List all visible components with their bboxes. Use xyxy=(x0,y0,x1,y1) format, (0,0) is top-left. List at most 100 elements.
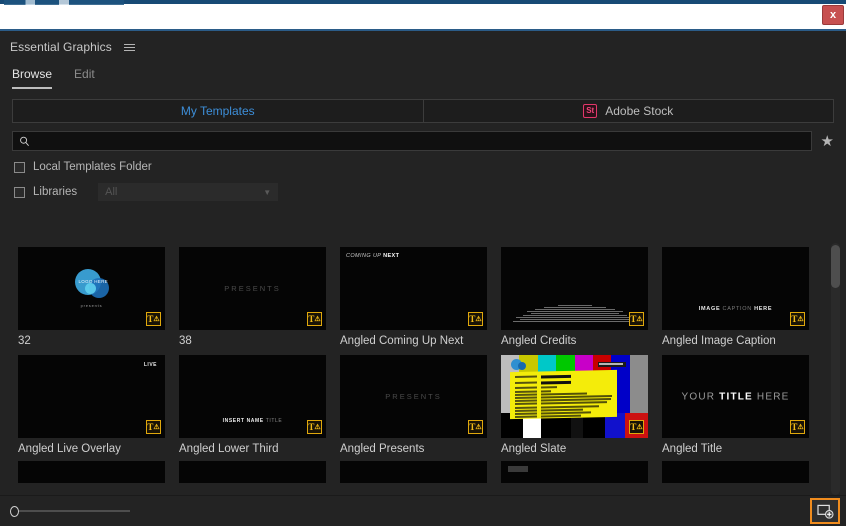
template-thumbnail: IMAGE CAPTION HERE T ⚠ xyxy=(662,247,809,330)
libraries-row: Libraries All ▼ xyxy=(0,173,846,201)
thumb-live-text: LIVE xyxy=(143,362,157,368)
template-thumbnail: LIVE T ⚠ xyxy=(18,355,165,438)
tab-edit[interactable]: Edit xyxy=(74,67,95,89)
missing-font-badge: T ⚠ xyxy=(468,312,483,326)
thumb-title-b: TITLE xyxy=(719,391,753,402)
thumb-lower-b: TITLE xyxy=(265,418,283,424)
thumb-title-a: YOUR xyxy=(681,391,720,402)
thumb-lower-text: INSERT NAME TITLE xyxy=(179,418,326,424)
slider-knob[interactable] xyxy=(10,505,19,517)
panel-title: Essential Graphics xyxy=(10,40,112,54)
templates-grid: LOGO HERE presents T ⚠ 32 PRESENTS T ⚠ 3… xyxy=(0,237,846,463)
logo-art: LOGO HERE xyxy=(71,269,113,301)
template-thumbnail: PRESENTS T ⚠ xyxy=(179,247,326,330)
footer-actions xyxy=(810,498,840,524)
missing-font-badge: T ⚠ xyxy=(629,420,644,434)
adobe-stock-icon: St xyxy=(583,104,598,118)
panel-header: Essential Graphics xyxy=(0,33,846,61)
template-name: Angled Slate xyxy=(501,443,567,455)
template-thumbnail: YOUR TITLE HERE T ⚠ xyxy=(662,355,809,438)
libraries-select-value: All xyxy=(105,186,118,198)
essential-graphics-window: x Essential Graphics Browse Edit My Temp… xyxy=(0,0,846,526)
warning-icon: ⚠ xyxy=(797,314,804,323)
libraries-select[interactable]: All ▼ xyxy=(98,183,279,201)
template-thumbnail: LOGO HERE presents T ⚠ xyxy=(18,247,165,330)
template-thumbnail: INSERT NAME TITLE T ⚠ xyxy=(179,355,326,438)
templates-grid-area[interactable]: LOGO HERE presents T ⚠ 32 PRESENTS T ⚠ 3… xyxy=(0,237,846,495)
templates-scrollbar[interactable] xyxy=(831,243,840,495)
thumb-presents-text: presents xyxy=(80,303,103,308)
template-name: Angled Coming Up Next xyxy=(340,335,464,347)
essential-graphics-panel: Essential Graphics Browse Edit My Templa… xyxy=(0,33,846,526)
template-card[interactable]: PRESENTS T ⚠ Angled Presents xyxy=(340,355,487,455)
thumb-caption-c: HERE xyxy=(754,306,773,312)
template-card[interactable]: COMING UP NEXT T ⚠ Angled Coming Up Next xyxy=(340,247,487,347)
template-name: Angled Lower Third xyxy=(179,443,279,455)
my-templates-button[interactable]: My Templates xyxy=(12,99,423,123)
thumb-caption-a: IMAGE xyxy=(698,306,723,312)
warning-icon: ⚠ xyxy=(636,314,643,323)
thumb-logo-text: LOGO HERE xyxy=(78,279,108,284)
new-item-icon xyxy=(816,504,834,519)
template-thumbnail[interactable] xyxy=(501,461,648,483)
missing-font-badge: T ⚠ xyxy=(307,420,322,434)
template-name: Angled Credits xyxy=(501,335,577,347)
template-card[interactable]: INSERT NAME TITLE T ⚠ Angled Lower Third xyxy=(179,355,326,455)
template-name: Angled Title xyxy=(662,443,723,455)
template-card[interactable]: IMAGE CAPTION HERE T ⚠ Angled Image Capti… xyxy=(662,247,809,347)
star-icon[interactable]: ★ xyxy=(821,134,834,149)
search-row: ★ xyxy=(0,123,846,151)
panel-footer xyxy=(0,495,846,526)
timecode-box xyxy=(598,362,626,367)
template-thumbnail[interactable] xyxy=(18,461,165,483)
titlebar-edge xyxy=(0,0,846,4)
template-card[interactable]: T ⚠ Angled Credits xyxy=(501,247,648,347)
missing-font-badge: T ⚠ xyxy=(790,420,805,434)
thumb-comingup-a: COMING UP xyxy=(346,253,384,259)
templates-grid-row-partial xyxy=(0,461,846,483)
warning-icon: ⚠ xyxy=(797,422,804,431)
template-card[interactable]: PRESENTS T ⚠ 38 xyxy=(179,247,326,347)
thumb-comingup-b: NEXT xyxy=(383,253,400,259)
source-toggle: My Templates St Adobe Stock xyxy=(0,89,846,123)
template-card[interactable]: YOUR TITLE HERE T ⚠ Angled Title xyxy=(662,355,809,455)
search-box[interactable] xyxy=(12,131,812,151)
hamburger-menu-icon[interactable] xyxy=(122,42,137,53)
missing-font-badge: T ⚠ xyxy=(468,420,483,434)
tab-browse[interactable]: Browse xyxy=(12,67,53,89)
template-card[interactable]: T ⚠ Angled Slate xyxy=(501,355,648,455)
template-thumbnail[interactable] xyxy=(179,461,326,483)
thumb-logo-art xyxy=(511,359,527,371)
template-name: Angled Presents xyxy=(340,443,425,455)
panel-tabs: Browse Edit xyxy=(0,61,846,89)
warning-icon: ⚠ xyxy=(636,422,643,431)
missing-font-badge: T ⚠ xyxy=(307,312,322,326)
thumb-caption-text: IMAGE CAPTION HERE xyxy=(662,306,809,312)
local-templates-label: Local Templates Folder xyxy=(33,161,152,173)
local-templates-checkbox[interactable] xyxy=(14,161,25,173)
template-name: Angled Live Overlay xyxy=(18,443,121,455)
adobe-stock-button[interactable]: St Adobe Stock xyxy=(422,99,834,123)
template-card[interactable]: LOGO HERE presents T ⚠ 32 xyxy=(18,247,165,347)
template-thumbnail[interactable] xyxy=(340,461,487,483)
missing-font-badge: T ⚠ xyxy=(146,312,161,326)
warning-icon: ⚠ xyxy=(475,422,482,431)
thumbnail-size-slider[interactable] xyxy=(10,504,130,518)
chevron-down-icon: ▼ xyxy=(263,187,272,197)
close-button[interactable]: x xyxy=(822,5,844,25)
template-card[interactable]: LIVE T ⚠ Angled Live Overlay xyxy=(18,355,165,455)
thumb-presents-text: PRESENTS xyxy=(224,284,281,293)
thumb-lower-a: INSERT NAME xyxy=(222,418,266,424)
thumb-caption-b: CAPTION xyxy=(722,306,755,312)
template-thumbnail[interactable] xyxy=(662,461,809,483)
template-thumbnail: COMING UP NEXT T ⚠ xyxy=(340,247,487,330)
template-name: Angled Image Caption xyxy=(662,335,776,347)
new-layer-button[interactable] xyxy=(810,498,840,524)
thumb-presents-text: PRESENTS xyxy=(385,392,442,401)
search-input[interactable] xyxy=(35,135,805,147)
warning-icon: ⚠ xyxy=(314,314,321,323)
search-icon xyxy=(20,136,29,146)
scrollbar-thumb[interactable] xyxy=(831,245,840,288)
missing-font-badge: T ⚠ xyxy=(146,420,161,434)
libraries-checkbox[interactable] xyxy=(14,186,25,198)
